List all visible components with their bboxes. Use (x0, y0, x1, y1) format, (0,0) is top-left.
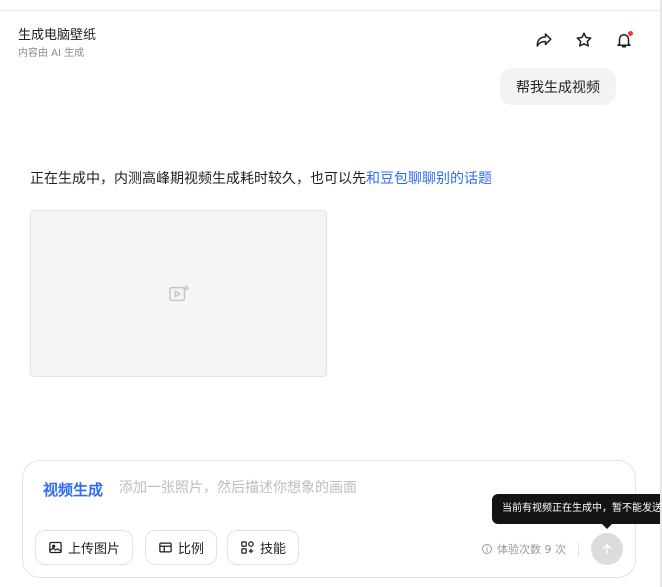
notifications-button[interactable] (613, 29, 635, 51)
trial-quota: 体验次数 9 次 (481, 541, 566, 557)
video-add-icon (168, 284, 189, 301)
image-icon (49, 541, 62, 554)
notification-dot (628, 31, 633, 36)
composer: 视频生成 上传图片 比例 技能 体验次数 9 次 (22, 460, 636, 578)
chat-other-topics-link[interactable]: 和豆包聊聊别的话题 (366, 171, 492, 187)
aspect-ratio-icon (159, 542, 172, 553)
star-icon (576, 32, 592, 47)
arrow-up-icon (602, 544, 612, 555)
quota-divider (578, 542, 579, 557)
assistant-message-text: 正在生成中，内测高峰期视频生成耗时较久，也可以先 (30, 171, 366, 187)
upload-image-button[interactable]: 上传图片 (35, 530, 134, 565)
prompt-input[interactable] (119, 477, 499, 499)
share-button[interactable] (533, 29, 555, 51)
skills-button[interactable]: 技能 (227, 530, 300, 565)
assistant-message: 正在生成中，内测高峰期视频生成耗时较久，也可以先和豆包聊聊别的话题 (30, 168, 492, 188)
info-icon (482, 544, 492, 554)
share-icon (536, 33, 552, 47)
conversation-header: 生成电脑壁纸 内容由 AI 生成 (0, 11, 660, 63)
send-button[interactable] (591, 533, 623, 565)
ai-disclaimer: 内容由 AI 生成 (18, 48, 85, 59)
video-generation-mode-label[interactable]: 视频生成 (43, 479, 103, 500)
upload-image-label: 上传图片 (68, 542, 121, 557)
favorite-button[interactable] (573, 29, 595, 51)
trial-quota-text: 体验次数 9 次 (497, 543, 566, 556)
aspect-ratio-label: 比例 (178, 542, 205, 557)
conversation-title: 生成电脑壁纸 (18, 28, 97, 43)
aspect-ratio-button[interactable]: 比例 (145, 530, 218, 565)
user-message: 帮我生成视频 (500, 68, 616, 105)
video-generating-placeholder (30, 210, 327, 377)
skills-label: 技能 (260, 542, 287, 557)
skills-grid-icon (241, 541, 254, 554)
